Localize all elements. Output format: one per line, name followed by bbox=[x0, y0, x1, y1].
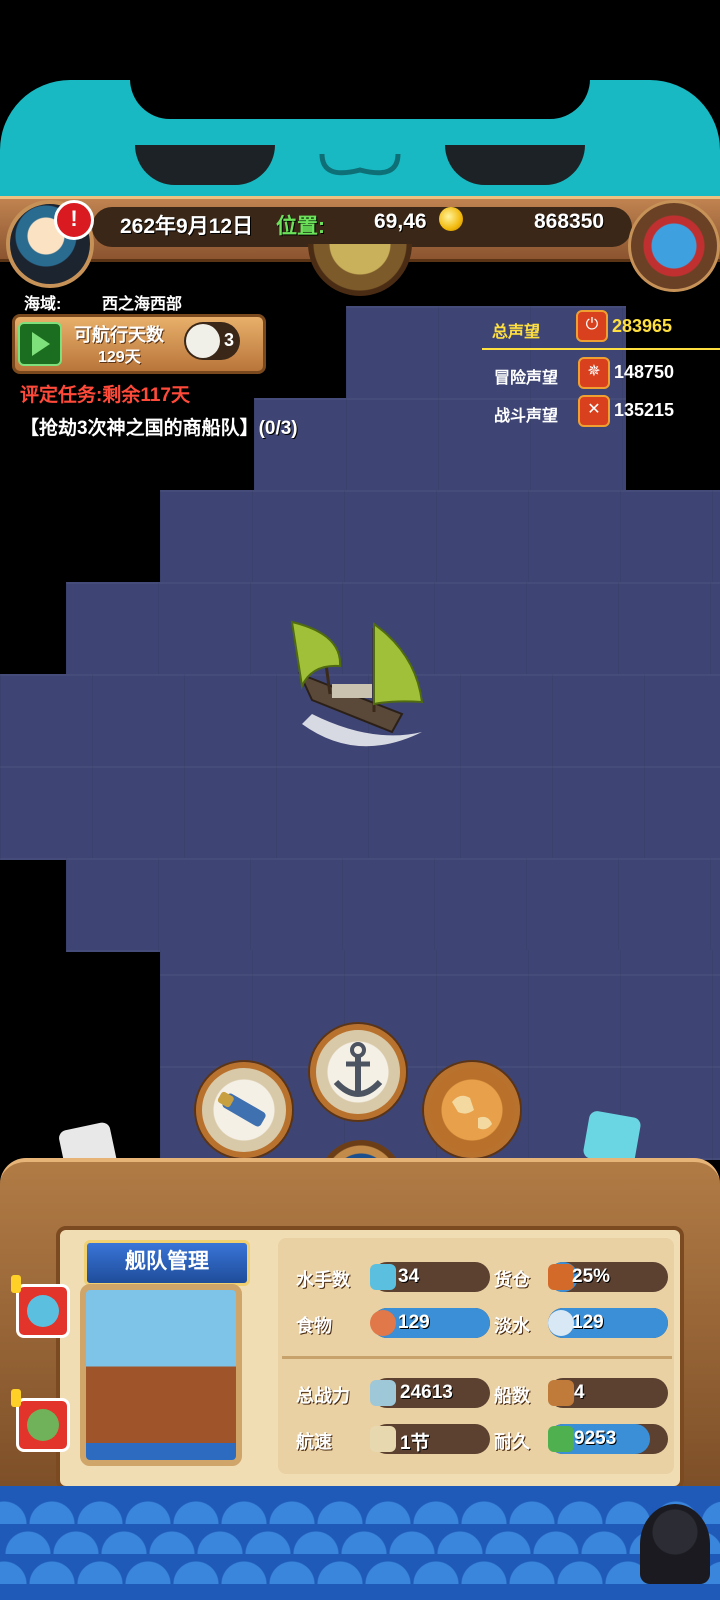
total-reputation-icon: ⏻ bbox=[576, 310, 608, 342]
adventure-reputation-label: 冒险声望 bbox=[494, 370, 559, 387]
cat-banner bbox=[0, 80, 720, 200]
game-date: 262年9月12日 bbox=[120, 215, 254, 238]
cat-eye-left bbox=[135, 145, 275, 185]
battle-reputation-icon: ✕ bbox=[578, 395, 610, 427]
globe-icon[interactable] bbox=[308, 244, 412, 296]
cargo-label: 货仓 bbox=[494, 1270, 530, 1290]
play-icon bbox=[32, 332, 50, 356]
compass-button[interactable]: 3 bbox=[184, 322, 240, 360]
power-value: 24613 bbox=[400, 1382, 453, 1403]
sailors-label: 水手数 bbox=[296, 1270, 350, 1290]
compass-count: 3 bbox=[224, 330, 235, 350]
durability-icon bbox=[548, 1426, 574, 1452]
cat-mouth bbox=[319, 153, 401, 176]
water-jug-icon bbox=[548, 1310, 574, 1336]
speed-value: 1节 bbox=[400, 1433, 430, 1454]
ship-side-button[interactable] bbox=[11, 1389, 70, 1452]
ocean-waves bbox=[0, 1486, 720, 1600]
total-reputation-label: 总声望 bbox=[492, 324, 541, 341]
reputation-divider bbox=[482, 348, 720, 350]
food-value: 129 bbox=[398, 1312, 430, 1333]
world-map-button[interactable] bbox=[424, 1062, 520, 1158]
fleet-management-title[interactable]: 舰队管理 bbox=[84, 1240, 250, 1286]
rating-task: 评定任务:剩余117天 bbox=[20, 385, 190, 406]
sailors-value: 34 bbox=[398, 1266, 420, 1287]
cat-eye-right bbox=[445, 145, 585, 185]
coin-icon bbox=[439, 207, 463, 231]
power-icon bbox=[370, 1380, 396, 1406]
gold-amount: 868350 bbox=[534, 210, 605, 233]
cargo-icon bbox=[548, 1264, 574, 1290]
compass-icon bbox=[186, 324, 220, 358]
spyglass-icon bbox=[217, 1091, 266, 1127]
region-value: 西之海西部 bbox=[102, 296, 183, 313]
ships-icon bbox=[548, 1380, 574, 1406]
sail-days-value: 129天 bbox=[98, 349, 141, 366]
sailor-side-button[interactable] bbox=[11, 1275, 70, 1338]
anchor-button[interactable] bbox=[310, 1024, 406, 1120]
world-map-icon bbox=[452, 1095, 492, 1130]
power-label: 总战力 bbox=[296, 1386, 350, 1406]
battle-reputation-value: 135215 bbox=[614, 400, 675, 420]
play-button[interactable] bbox=[18, 322, 62, 366]
durability-value: 9253 bbox=[574, 1428, 617, 1449]
ships-value: 4 bbox=[574, 1382, 585, 1403]
total-reputation-value: 283965 bbox=[612, 316, 673, 336]
sea-map-tile bbox=[160, 490, 720, 584]
ships-label: 船数 bbox=[494, 1386, 530, 1406]
spyglass-button[interactable] bbox=[196, 1062, 292, 1158]
water-label: 淡水 bbox=[494, 1316, 530, 1336]
position-label: 位置: bbox=[276, 215, 325, 238]
adventure-reputation-icon: ✵ bbox=[578, 357, 610, 389]
speed-icon bbox=[370, 1426, 396, 1452]
stats-divider bbox=[282, 1356, 672, 1359]
meat-icon bbox=[370, 1310, 396, 1336]
cargo-value: 25% bbox=[572, 1266, 611, 1287]
region-label: 海域: bbox=[24, 296, 62, 313]
water-value: 129 bbox=[572, 1312, 604, 1333]
player-ship[interactable] bbox=[282, 614, 432, 754]
durability-label: 耐久 bbox=[494, 1432, 530, 1452]
speed-label: 航速 bbox=[296, 1432, 332, 1452]
fleet-ship-image[interactable] bbox=[80, 1284, 242, 1466]
sailor-icon bbox=[370, 1264, 396, 1290]
treasure-chest-icon[interactable] bbox=[628, 200, 720, 292]
alert-icon[interactable]: ! bbox=[54, 200, 94, 240]
pirate-mascot[interactable] bbox=[640, 1504, 710, 1584]
battle-reputation-label: 战斗声望 bbox=[494, 408, 559, 425]
sea-map-tile bbox=[254, 398, 626, 492]
anchor-icon bbox=[333, 1042, 383, 1097]
current-mission[interactable]: 【抢劫3次神之国的商船队】(0/3) bbox=[20, 413, 298, 440]
adventure-reputation-value: 148750 bbox=[614, 362, 675, 382]
position-value: 69,46 bbox=[374, 210, 427, 233]
sea-map-tile bbox=[66, 858, 720, 952]
food-label: 食物 bbox=[296, 1316, 332, 1336]
